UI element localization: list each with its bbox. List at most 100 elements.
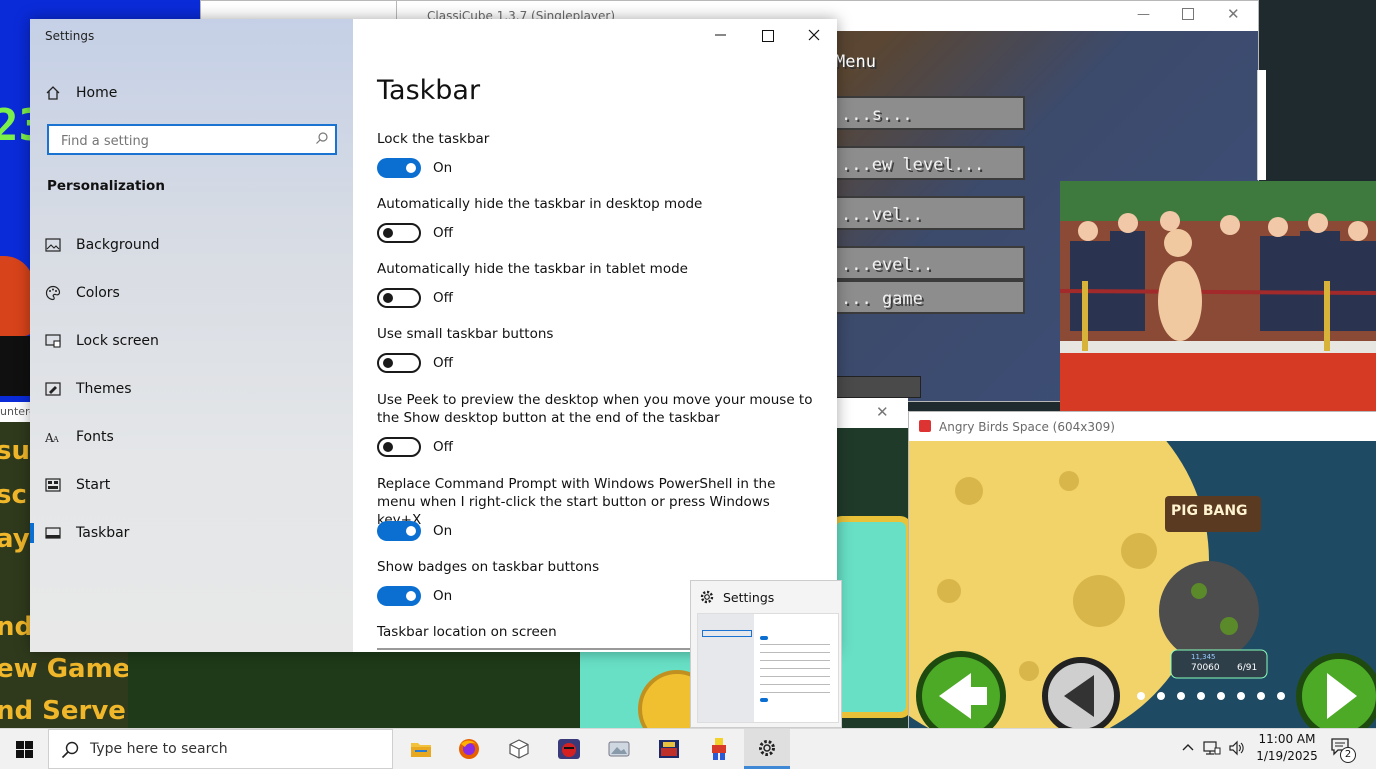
firefox-icon xyxy=(459,739,479,759)
taskbar-icon xyxy=(45,525,61,541)
taskbar-search-box[interactable]: Type here to search xyxy=(48,729,393,769)
toggle-state-autohide-desktop: Off xyxy=(433,225,453,241)
thumbnail-mini-toggle xyxy=(760,698,768,702)
toggle-state-badges: On xyxy=(433,588,453,604)
search-icon[interactable] xyxy=(315,131,329,145)
lock-screen-icon xyxy=(45,333,61,349)
sidebar-item-label: Colors xyxy=(76,285,120,301)
classicube-maximize-icon[interactable] xyxy=(1182,8,1194,20)
sidebar-item-label: Fonts xyxy=(76,429,114,445)
volume-icon[interactable] xyxy=(1228,739,1246,757)
cartoon-image xyxy=(1060,181,1376,411)
sidebar-selected-indicator xyxy=(30,523,34,543)
taskbar-app-file-explorer[interactable] xyxy=(398,729,444,769)
photos-app-icon xyxy=(608,741,630,757)
sidebar-item-background[interactable]: Background xyxy=(45,229,345,261)
angry-birds-sign: PIG BANG xyxy=(1171,503,1248,519)
sidebar-item-themes[interactable]: Themes xyxy=(45,373,345,405)
settings-thumbnail-preview[interactable]: Settings xyxy=(690,580,842,728)
settings-search-box[interactable] xyxy=(47,124,337,155)
taskbar-app-box[interactable] xyxy=(496,729,542,769)
angry-birds-window[interactable]: Angry Birds Space (604x309) PIG BANG 11,… xyxy=(908,411,1376,730)
close-icon[interactable] xyxy=(808,29,820,41)
picture-icon xyxy=(45,237,61,253)
lego-app-icon xyxy=(712,738,726,760)
left-game-line-3[interactable]: nd xyxy=(0,612,33,642)
toggle-state-autohide-tablet: Off xyxy=(433,290,453,306)
start-icon xyxy=(45,477,61,493)
network-icon[interactable] xyxy=(1203,739,1221,757)
svg-text:A: A xyxy=(52,435,59,444)
sidebar-item-label: Start xyxy=(76,477,111,493)
sidebar-item-home[interactable]: Home xyxy=(45,77,345,109)
toggle-autohide-tablet[interactable] xyxy=(377,288,421,308)
sidebar-item-label: Taskbar xyxy=(76,525,130,541)
edge-window-strip[interactable] xyxy=(1257,70,1266,180)
sidebar-item-lock-screen[interactable]: Lock screen xyxy=(45,325,345,357)
taskbar-search-placeholder: Type here to search xyxy=(90,741,228,757)
toggle-powershell[interactable] xyxy=(377,521,421,541)
classicube-menu-button-4[interactable]: ... game xyxy=(835,280,1025,314)
cartoon-image-window[interactable] xyxy=(1060,181,1376,411)
angry-birds-viewport[interactable]: PIG BANG 11,345 70060 6/91 xyxy=(909,441,1376,729)
classicube-menu-button-0[interactable]: ...s... xyxy=(835,96,1025,130)
taskbar-app-photos[interactable] xyxy=(596,729,642,769)
toggle-state-peek: Off xyxy=(433,439,453,455)
taskbar-app-lego[interactable] xyxy=(696,729,742,769)
taskbar-app-settings[interactable] xyxy=(744,729,790,769)
thumbnail-title: Settings xyxy=(723,590,775,605)
angry-birds-title: Angry Birds Space (604x309) xyxy=(939,420,1115,434)
classicube-close-icon[interactable]: ✕ xyxy=(1227,5,1240,23)
location-dropdown[interactable] xyxy=(377,648,697,654)
option-label-peek: Use Peek to preview the desktop when you… xyxy=(377,392,813,426)
sidebar-item-start[interactable]: Start xyxy=(45,469,345,501)
sidebar-item-taskbar[interactable]: Taskbar xyxy=(30,517,345,549)
tray-chevron-up-icon[interactable] xyxy=(1181,741,1195,753)
toggle-autohide-desktop[interactable] xyxy=(377,223,421,243)
clock[interactable]: 11:00 AM 1/19/2025 xyxy=(1254,731,1320,767)
action-center-button[interactable]: 2 xyxy=(1330,737,1356,763)
taskbar-app-game[interactable] xyxy=(646,729,692,769)
option-label-lock-taskbar: Lock the taskbar xyxy=(377,131,490,147)
middle-game-close-icon[interactable]: ✕ xyxy=(876,403,889,421)
toggle-badges[interactable] xyxy=(377,586,421,606)
sidebar-home-label: Home xyxy=(76,85,118,101)
left-game-character xyxy=(0,256,34,336)
game-app-icon xyxy=(659,740,679,758)
option-label-autohide-desktop: Automatically hide the taskbar in deskto… xyxy=(377,196,703,212)
maximize-icon[interactable] xyxy=(762,30,774,42)
angry-birds-titlebar[interactable]: Angry Birds Space (604x309) xyxy=(909,412,1376,441)
sidebar-item-fonts[interactable]: AA Fonts xyxy=(45,421,345,453)
classicube-menu-button-2[interactable]: ...vel.. xyxy=(835,196,1025,230)
sidebar-item-label: Background xyxy=(76,237,160,253)
clock-date: 1/19/2025 xyxy=(1256,749,1318,763)
angry-birds-scene xyxy=(909,441,1376,729)
option-label-autohide-tablet: Automatically hide the taskbar in tablet… xyxy=(377,261,688,277)
page-title: Taskbar xyxy=(377,75,481,106)
windows-logo-icon xyxy=(15,740,33,758)
toggle-state-powershell: On xyxy=(433,523,453,539)
angry-birds-app-icon xyxy=(919,420,931,432)
start-button[interactable] xyxy=(0,729,48,769)
sidebar-item-label: Lock screen xyxy=(76,333,159,349)
minimize-icon[interactable] xyxy=(715,26,727,42)
taskbar-app-firefox[interactable] xyxy=(446,729,492,769)
toggle-small-buttons[interactable] xyxy=(377,353,421,373)
thumbnail-mini-lines xyxy=(760,644,830,694)
settings-search-input[interactable] xyxy=(59,131,313,151)
angry-birds-level: 6/91 xyxy=(1237,663,1258,673)
thumbnail-mini-search xyxy=(702,630,752,637)
taskbar-app-angry-birds[interactable] xyxy=(546,729,592,769)
angry-birds-score-label: 11,345 xyxy=(1191,653,1216,661)
classicube-minimize-icon[interactable]: — xyxy=(1137,7,1150,22)
settings-window[interactable]: Settings Home Personalization Background… xyxy=(30,19,837,652)
toggle-peek[interactable] xyxy=(377,437,421,457)
option-label-powershell: Replace Command Prompt with Windows Powe… xyxy=(377,476,776,528)
classicube-menu-button-3[interactable]: ...evel.. xyxy=(835,246,1025,280)
left-game-line-4[interactable]: ew Game xyxy=(0,654,130,684)
toggle-lock-taskbar[interactable] xyxy=(377,158,421,178)
sidebar-item-colors[interactable]: Colors xyxy=(45,277,345,309)
classicube-menu-button-1[interactable]: ...ew level... xyxy=(835,146,1025,180)
option-label-badges: Show badges on taskbar buttons xyxy=(377,559,600,575)
classicube-hotbar xyxy=(835,376,921,398)
